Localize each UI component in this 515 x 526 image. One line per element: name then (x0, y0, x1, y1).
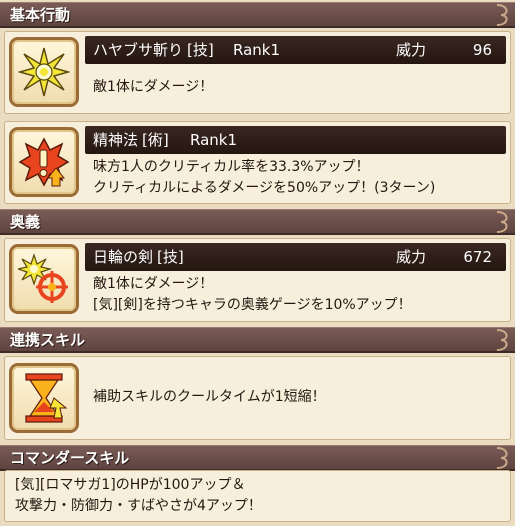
skill-type: [術] (142, 131, 169, 149)
power-label: 威力 (395, 41, 426, 59)
skill-description: 敵1体にダメージ！ (93, 77, 502, 98)
power-value: 96 (472, 41, 492, 59)
section-header-ougi: 奥義 (0, 209, 515, 235)
description-line: [気][ロマサガ1]のHPが100アップ＆ (15, 477, 246, 493)
description-line: 敵1体にダメージ！ (93, 276, 214, 292)
skill-type: [技] (187, 41, 214, 59)
scroll-ornament-icon (496, 329, 508, 351)
skill-title-bar: 精神法 [術] Rank1 (85, 126, 506, 154)
slash-burst-icon (18, 47, 70, 97)
scroll-ornament-icon (496, 211, 508, 233)
skill-rank: Rank1 (233, 41, 281, 59)
skill-description: 味方1人のクリティカル率を33.3%アップ！ クリティカルによるダメージを50%… (93, 157, 502, 199)
skill-description: 敵1体にダメージ！ [気][剣]を持つキャラの奥義ゲージを10%アップ！ (93, 274, 502, 316)
skill-rank: Rank1 (190, 131, 238, 149)
skill-card-hayabusa[interactable]: ハヤブサ斬り [技] Rank1 威力 96 敵1体にダメージ！ (4, 31, 511, 114)
scroll-ornament-icon (496, 447, 508, 469)
section-title: 奥義 (10, 213, 41, 231)
renkei-skill-card[interactable]: 補助スキルのクールタイムが1短縮！ (4, 356, 511, 440)
skill-icon-frame (9, 127, 79, 197)
scroll-ornament-icon (496, 4, 508, 26)
section-header-renkei: 連携スキル (0, 327, 515, 353)
critical-up-icon (18, 137, 70, 187)
skill-icon-frame (9, 363, 79, 433)
commander-skill-card[interactable]: [気][ロマサガ1]のHPが100アップ＆ 攻撃力・防御力・すばやさが4アップ！ (4, 470, 511, 522)
section-title: 連携スキル (10, 331, 86, 349)
section-title: コマンダースキル (10, 449, 130, 467)
sun-sword-icon (18, 253, 68, 303)
skill-name: 精神法 (93, 131, 139, 149)
description-line: 味方1人のクリティカル率を33.3%アップ！ (93, 159, 370, 175)
skill-title-bar: 日輪の剣 [技] 威力 672 (85, 243, 506, 271)
description-line: クリティカルによるダメージを50%アップ！(3ターン) (93, 180, 436, 196)
skill-icon-frame (9, 244, 79, 314)
section-header-commander: コマンダースキル (0, 445, 515, 471)
skill-icon-frame (9, 37, 79, 107)
skill-title-bar: ハヤブサ斬り [技] Rank1 威力 96 (85, 36, 506, 64)
description-line: 攻撃力・防御力・すばやさが4アップ！ (15, 498, 262, 514)
skill-name: 日輪の剣 (93, 248, 154, 266)
skill-type: [技] (157, 248, 184, 266)
skill-card-seishinho[interactable]: 精神法 [術] Rank1 味方1人のクリティカル率を33.3%アップ！ クリティ… (4, 121, 511, 204)
description-line: [気][剣]を持つキャラの奥義ゲージを10%アップ！ (93, 297, 412, 313)
skill-description: 補助スキルのクールタイムが1短縮！ (93, 387, 502, 408)
power-label: 威力 (395, 248, 426, 266)
description-line: 敵1体にダメージ！ (93, 79, 214, 95)
skill-card-nichirin[interactable]: 日輪の剣 [技] 威力 672 敵1体にダメージ！ [気][剣]を持つキャラの奥義… (4, 238, 511, 322)
description-line: 補助スキルのクールタイムが1短縮！ (93, 389, 326, 405)
power-value: 672 (463, 248, 492, 266)
section-header-basic-actions: 基本行動 (0, 2, 515, 28)
skill-name: ハヤブサ斬り (93, 41, 184, 59)
hourglass-icon (25, 373, 68, 423)
section-title: 基本行動 (10, 6, 71, 24)
